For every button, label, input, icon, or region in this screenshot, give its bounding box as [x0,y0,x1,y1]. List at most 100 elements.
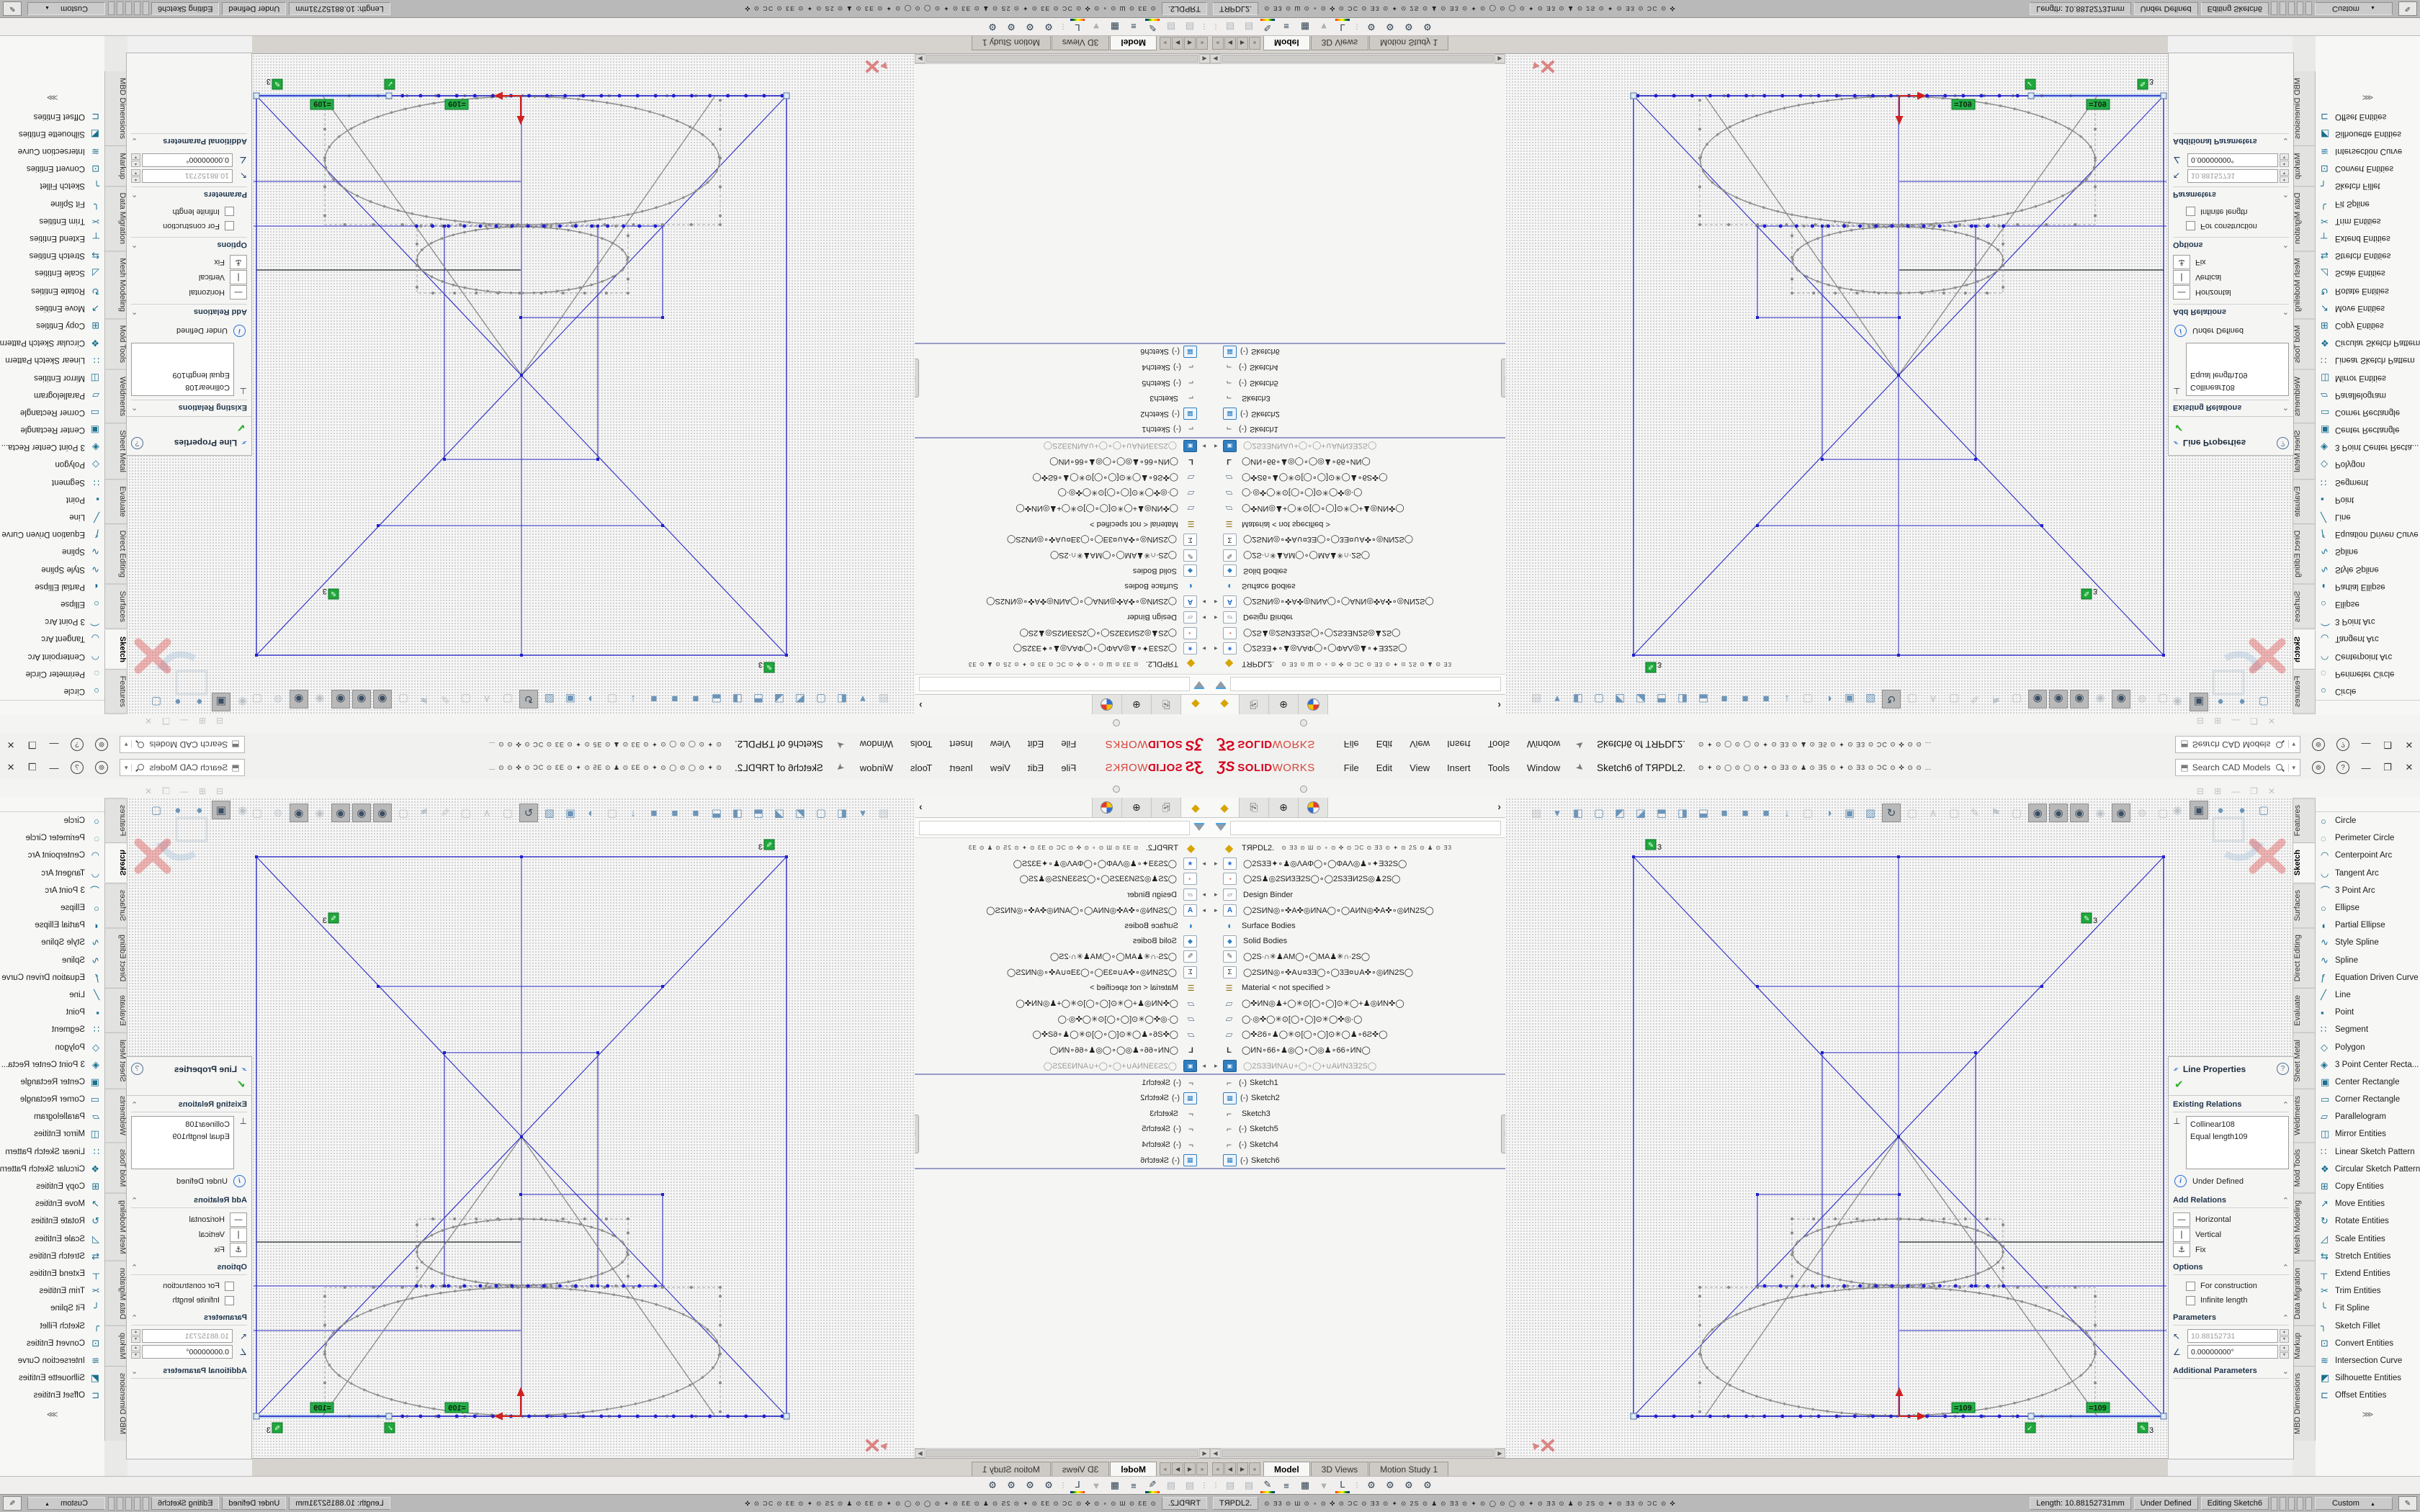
checkbox[interactable] [225,222,234,231]
document-tab[interactable]: Motion Study 1 [1369,35,1448,50]
tree-item[interactable]: ◯2S∙∩✳♟AM◯∘◯MA♟✳∩∙2S◯ [1210,547,1505,563]
tree-item[interactable]: TЯPDL2. ⊙ Ǝ3 ⊙ Ш ⊙ ∘ ⊙ ✜ ⊙ ƆC ⊙ Ǝ3 ⊙ ✦ ⊙… [1210,840,1505,856]
headsup-icon[interactable]: ◩ [1610,690,1629,708]
tree-item[interactable]: Sketch3 [915,1106,1210,1122]
sketch-small-rect[interactable] [521,1194,663,1286]
menu-item[interactable]: Window [1518,756,1569,779]
motion-toolbar-icon[interactable]: ▼ [1089,20,1103,34]
headsup-icon[interactable]: ▤ [1527,690,1546,708]
search-dropdown-icon[interactable]: ▾ [2288,764,2295,772]
sketch-tool-item[interactable]: ◖ Partial Ellipse [0,578,104,595]
tab-nav-icon[interactable]: ▶ [1172,37,1183,50]
pin-icon[interactable]: ➤ [833,737,847,751]
collapse-icon[interactable]: ⌃ [2282,189,2289,199]
tree-item[interactable]: (-) Sketch6 [1210,343,1505,360]
command-tab[interactable]: Sketch [104,630,127,670]
status-custom-button[interactable]: Custom ▲ [2315,2,2393,15]
headsup-icon[interactable]: ▾ [853,804,872,822]
tree-item[interactable]: (-) Sketch6 [915,1153,1210,1170]
relation-badge-check[interactable]: ✓ [385,79,395,89]
help-icon[interactable]: ? [71,761,84,774]
sketch-tool-item[interactable]: ▪ Point [2316,491,2420,508]
tab-nav-icon[interactable]: ◀ [1184,1462,1196,1475]
status-custom-button[interactable]: Custom ▲ [27,2,105,15]
collapse-icon[interactable]: ⌃ [131,402,138,412]
relation-item[interactable]: Equal length109 [2190,369,2285,382]
headsup-right-icon[interactable]: ● [2211,801,2230,819]
scroll-thumb[interactable] [1222,55,1494,63]
tree-item[interactable]: (-) Sketch2 [1210,1091,1505,1107]
sketch-tool-item[interactable]: ▪ Point [0,1004,104,1021]
tree-item[interactable]: ◯2S♟◎2SИ3Ǝ2S◯∘◯2S3ƎИ2S◎♟2S◯ [915,625,1210,641]
tree-item[interactable]: ◯2SИN◎∘✜A✜◎ИNΑ◯∘◯ΑИN◎✜A✜∘◎ИN2S◯ [1210,594,1505,610]
headsup-icon[interactable]: ■ [666,690,684,708]
tab-nav-icon[interactable]: ▶ [1237,1462,1248,1475]
relations-listbox[interactable]: Collinear108 Equal length109 [131,343,234,396]
relation-badge-3a[interactable]: ✎ 3 [758,840,774,852]
tree-item[interactable]: TЯPDL2. ⊙ Ǝ3 ⊙ Ш ⊙ ∘ ⊙ ✜ ⊙ ƆC ⊙ Ǝ3 ⊙ ✦ ⊙… [1210,656,1505,672]
headsup-icon[interactable]: ■ [686,804,705,822]
tree-item[interactable]: Surface Bodies [915,918,1210,934]
menu-item[interactable]: Tools [902,733,941,756]
sketch-tool-item[interactable]: ◫ Mirror Entities [0,369,104,386]
sketch-tool-item[interactable]: ▱ Parallelogram [0,1108,104,1125]
cone-silhouette[interactable] [1705,1137,2097,1416]
add-relation-button[interactable]: ❘ Vertical [2173,270,2289,285]
sketch-tool-item[interactable]: ╱ Line [2316,986,2420,1004]
headsup-icon[interactable]: ⬒ [1652,690,1671,708]
sketch-tool-item[interactable]: ╱ Line [0,986,104,1004]
sketch-tool-item[interactable]: ◌ Perimeter Circle [0,665,104,683]
headsup-right-icon[interactable]: ● [2211,693,2230,711]
sketch-tool-item[interactable]: ƒ Equation Driven Curve [2316,526,2420,543]
expand-arrow-icon[interactable] [1214,860,1223,868]
sketch-tool-item[interactable]: ↗ Move Entities [2316,300,2420,317]
scroll-left-icon[interactable]: ◀ [1199,1449,1210,1458]
sketch-tool-item[interactable]: ⌒ 3 Point Arc [2316,882,2420,899]
length-field[interactable]: 10.88152731 [2187,1329,2278,1343]
document-tab[interactable]: Model [1263,1462,1310,1477]
scroll-left-icon[interactable]: ◀ [1210,54,1221,63]
expand-arrow-icon[interactable] [1197,891,1206,899]
relation-item[interactable]: Collinear108 [2190,382,2285,394]
expand-icon[interactable]: ⌄ [131,1367,138,1376]
sketch-tool-item[interactable]: ⊞ Copy Entities [2316,317,2420,334]
tab-nav-icon[interactable]: » [1249,1462,1260,1475]
document-tab[interactable]: 3D Views [1052,35,1109,50]
angle-field[interactable]: 0.00000000° [142,153,233,167]
tree-item[interactable]: ◯✜ИN◎♟+◯✳⊙[◯∘◯]⊙✳◯+♟◎ИN✜◯ [1210,500,1505,516]
sketch-tool-item[interactable]: ∿ Style Spline [0,561,104,578]
sketch-tool-item[interactable]: ⊏ Offset Entities [0,1387,104,1404]
collapse-icon[interactable]: ⌃ [131,307,138,316]
tree-item[interactable]: ◯✜Ƨ6∘♟◯✳⊙[◯∘◯]⊙✳◯♟∘6Ƨ✜◯ [1210,1027,1505,1043]
sketch-tool-item[interactable]: ≋ Intersection Curve [2316,1352,2420,1369]
collapse-icon[interactable]: ⌃ [2282,240,2289,249]
collapse-icon[interactable]: ⌃ [2282,307,2289,316]
tree-item[interactable]: Sketch3 [1210,390,1505,406]
menu-item[interactable]: View [1401,733,1438,756]
headsup-icon[interactable]: ▣ [561,690,580,708]
tab-nav-icon[interactable]: » [1249,37,1260,50]
tree-item[interactable]: ◯ИN∘66∘♟◎◯∘◯◎♟∘66∘ИN◯ [915,1043,1210,1058]
headsup-icon[interactable]: ⚑ [415,804,434,822]
tab-propertymanager[interactable]: ⎘ [1151,695,1180,714]
headsup-icon[interactable]: ◧ [833,804,851,822]
tab-nav-icon[interactable]: » [1160,37,1171,50]
angle-spinner[interactable]: ▲▼ [2280,1345,2289,1359]
headsup-icon[interactable]: ◪ [1631,690,1650,708]
command-tab[interactable]: MBD Dimensions [104,1366,127,1441]
sketch-tool-item[interactable]: ◿ Scale Entities [0,264,104,282]
sketch-tool-item[interactable]: ↗ Move Entities [0,1195,104,1212]
menu-item[interactable]: View [982,756,1019,779]
scroll-thumb[interactable] [1222,1449,1494,1457]
pin-icon[interactable]: ➤ [1573,760,1587,774]
headsup-icon[interactable]: ▣ [561,804,580,822]
add-relation-button[interactable]: ❘ Vertical [131,1227,247,1242]
tree-item[interactable]: TЯPDL2. ⊙ Ǝ3 ⊙ Ш ⊙ ∘ ⊙ ✜ ⊙ ƆC ⊙ Ǝ3 ⊙ ✦ ⊙… [915,656,1210,672]
search-dropdown-icon[interactable]: ▾ [125,764,132,772]
infinite-length-option[interactable]: Infinite length [2173,1293,2289,1308]
menu-item[interactable]: View [1401,756,1438,779]
headsup-icon[interactable]: ▨ [1861,690,1880,708]
equal-length-badge-1[interactable]: =109 [1952,99,1975,109]
document-tab[interactable]: Motion Study 1 [972,1462,1051,1477]
tree-item[interactable]: ◯2SИN◎∘✜A✜◎ИNΑ◯∘◯ΑИN◎✜A✜∘◎ИN2S◯ [1210,902,1505,918]
